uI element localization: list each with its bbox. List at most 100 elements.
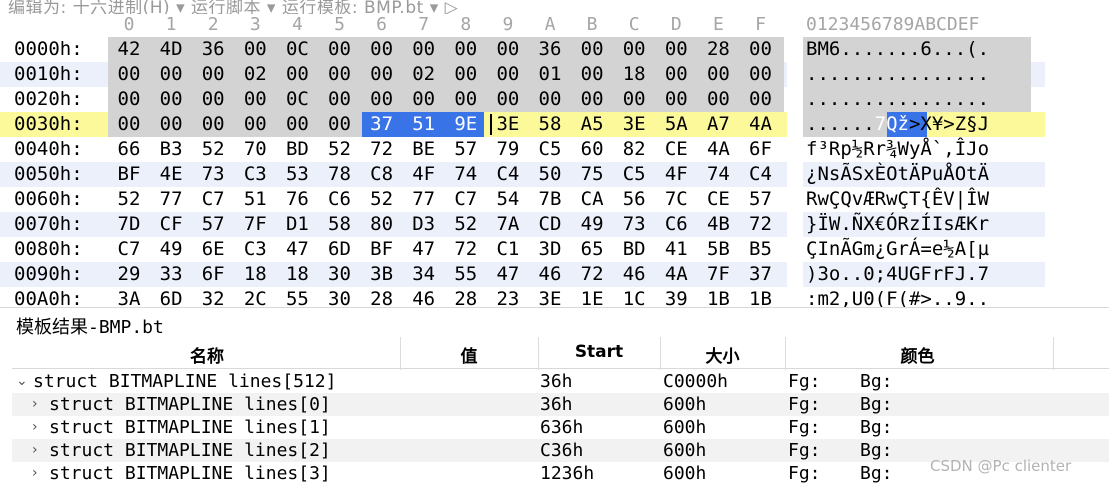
hex-byte[interactable]: 58 [537, 113, 563, 135]
hex-byte[interactable]: 37 [748, 263, 774, 285]
hex-byte[interactable]: 58 [327, 213, 353, 235]
hex-byte[interactable]: 02 [411, 63, 437, 85]
hex-byte[interactable]: 5A [663, 113, 689, 135]
hex-byte[interactable]: 76 [284, 188, 310, 210]
hex-byte[interactable]: 52 [200, 138, 226, 160]
ascii-text[interactable]: }ÏW.ÑX€ÓRzÍIsÆKr [806, 213, 989, 235]
hex-byte[interactable]: 00 [621, 88, 647, 110]
hex-byte[interactable]: BF [369, 238, 395, 260]
hex-byte[interactable]: 80 [369, 213, 395, 235]
hex-byte[interactable]: 72 [369, 138, 395, 160]
hex-byte[interactable]: 57 [748, 188, 774, 210]
hex-byte[interactable]: 3B [369, 263, 395, 285]
hex-byte[interactable]: B3 [158, 138, 184, 160]
hex-byte[interactable]: C8 [369, 163, 395, 185]
hex-byte[interactable]: 00 [158, 88, 184, 110]
hex-byte[interactable]: 72 [748, 213, 774, 235]
hex-byte[interactable]: 78 [327, 163, 353, 185]
table-row[interactable]: › struct BITMAPLINE lines[1] 636h 600h Fg: Bg… [12, 416, 1109, 439]
hex-byte[interactable]: 41 [663, 238, 689, 260]
hex-byte[interactable]: 00 [158, 63, 184, 85]
hex-row[interactable]: 0020h: 00 00 00 00 0C 00 00 00 00 00 00 00 00 00 00 00..… [0, 87, 1109, 112]
hex-byte[interactable]: 3E [621, 113, 647, 135]
hex-byte[interactable]: 4F [411, 163, 437, 185]
hex-byte[interactable]: C7 [200, 188, 226, 210]
ascii-text[interactable]: ................ [806, 63, 989, 85]
hex-byte[interactable]: 55 [453, 263, 479, 285]
hex-byte[interactable]: 6F [200, 263, 226, 285]
hex-byte[interactable]: 18 [284, 263, 310, 285]
hex-byte[interactable]: CE [663, 138, 689, 160]
hex-byte[interactable]: 51 [411, 113, 437, 135]
hex-byte[interactable]: 47 [411, 238, 437, 260]
hex-byte[interactable]: 7F [705, 263, 731, 285]
hex-byte[interactable]: CD [537, 213, 563, 235]
ascii-text[interactable]: f³Rp½Rr¾WyÅ`‚ÎJo [806, 138, 989, 160]
hex-byte[interactable]: 18 [242, 263, 268, 285]
column-header-size[interactable]: 大小 [660, 342, 785, 367]
hex-row[interactable]: 0060h: 52 77 C7 51 76 C6 52 77 C7 54 7B CA 56 7C CE 57 Rw… [0, 187, 1109, 212]
hex-byte[interactable]: 4A [663, 263, 689, 285]
ascii-text[interactable]: ................ [806, 88, 989, 110]
hex-byte[interactable]: 72 [453, 238, 479, 260]
hex-byte[interactable]: 00 [369, 88, 395, 110]
ascii-text[interactable]: ......7Qž>X¥>Z§J [806, 113, 989, 135]
hex-byte[interactable]: 57 [200, 213, 226, 235]
hex-byte[interactable]: CF [158, 213, 184, 235]
hex-byte[interactable]: 00 [579, 38, 605, 60]
hex-row[interactable]: 0010h: 00 00 00 02 00 00 00 02 00 00 01 00 18 00 00 00..… [0, 62, 1109, 87]
hex-byte[interactable]: C4 [748, 163, 774, 185]
hex-byte[interactable]: 0C [284, 88, 310, 110]
hex-byte[interactable]: 52 [116, 188, 142, 210]
hex-byte[interactable]: 7C [663, 188, 689, 210]
hex-byte[interactable]: 00 [327, 113, 353, 135]
hex-byte[interactable]: 75 [579, 163, 605, 185]
ascii-text[interactable]: )3o..0;4UGFrFJ.7 [806, 263, 989, 285]
hex-byte[interactable]: 6E [200, 238, 226, 260]
hex-byte[interactable]: 4D [158, 38, 184, 60]
hex-byte[interactable]: 00 [621, 38, 647, 60]
hex-byte[interactable]: 00 [369, 63, 395, 85]
hex-byte[interactable]: 00 [748, 88, 774, 110]
hex-byte[interactable]: 73 [200, 163, 226, 185]
hex-byte[interactable]: 4F [663, 163, 689, 185]
hex-byte[interactable]: BF [116, 163, 142, 185]
hex-byte[interactable]: C6 [663, 213, 689, 235]
hex-byte[interactable]: 57 [453, 138, 479, 160]
hex-byte[interactable]: 00 [453, 88, 479, 110]
hex-byte[interactable]: 02 [242, 63, 268, 85]
hex-byte[interactable]: 52 [327, 138, 353, 160]
hex-byte[interactable]: C4 [495, 163, 521, 185]
hex-byte[interactable]: 82 [621, 138, 647, 160]
hex-byte[interactable]: BD [284, 138, 310, 160]
hex-byte[interactable]: 00 [748, 38, 774, 60]
hex-byte[interactable]: 36 [537, 38, 563, 60]
hex-byte[interactable]: 00 [116, 63, 142, 85]
hex-byte[interactable]: D1 [284, 213, 310, 235]
hex-byte[interactable]: 7B [537, 188, 563, 210]
ascii-text[interactable]: ¿NsÃSxÈOtÄPuÅOtÄ [806, 163, 989, 185]
hex-byte[interactable]: D3 [411, 213, 437, 235]
hex-byte[interactable]: 53 [284, 163, 310, 185]
hex-byte[interactable]: 00 [579, 88, 605, 110]
hex-byte[interactable]: 00 [495, 63, 521, 85]
hex-byte[interactable]: 65 [579, 238, 605, 260]
hex-byte[interactable]: 79 [495, 138, 521, 160]
hex-byte[interactable]: 46 [621, 263, 647, 285]
hex-row[interactable]: 0090h: 29 33 6F 18 18 30 3B 34 55 47 46 72 46 4A 7F 37)3… [0, 262, 1109, 287]
hex-byte[interactable]: 42 [116, 38, 142, 60]
hex-byte[interactable]: 5B [705, 238, 731, 260]
ascii-text[interactable]: RwÇQvÆRwÇT{ÊV|ÎW [806, 188, 989, 210]
expand-down-icon[interactable]: ⌄ [16, 373, 28, 389]
hex-byte[interactable]: 4E [158, 163, 184, 185]
hex-byte[interactable]: 30 [327, 263, 353, 285]
hex-byte[interactable]: 00 [327, 63, 353, 85]
hex-row[interactable]: 0030h: 00 00 00 00 00 00 37 51 9E 3E 58 A5 3E 5A A7 4A..… [0, 112, 1109, 137]
hex-byte[interactable]: 37 [369, 113, 395, 135]
expand-right-icon[interactable]: › [32, 419, 38, 435]
hex-byte[interactable]: C1 [495, 238, 521, 260]
hex-byte[interactable]: 4A [748, 113, 774, 135]
hex-byte[interactable]: 4B [705, 213, 731, 235]
column-header-value[interactable]: 值 [400, 342, 538, 367]
hex-byte[interactable]: 52 [369, 188, 395, 210]
